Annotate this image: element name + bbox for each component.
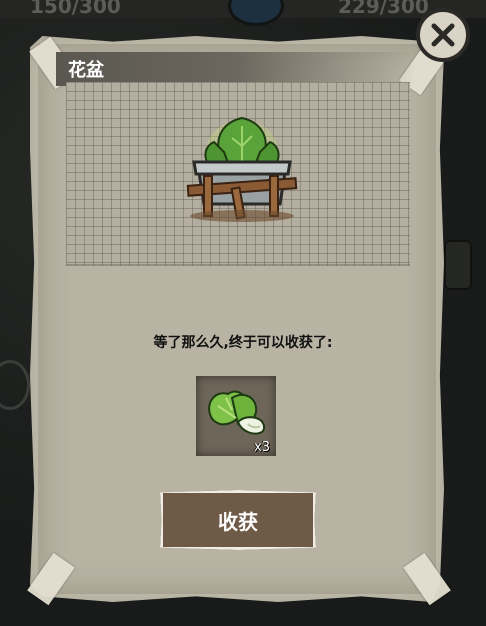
dialog-title: 花盆 — [68, 60, 104, 81]
bok-choy-icon — [208, 390, 265, 435]
harvest-message: 等了那么久,终于可以收获了: — [153, 335, 333, 351]
flowerpot-icon — [186, 116, 298, 222]
close-button[interactable] — [416, 8, 470, 62]
title-bar — [56, 52, 416, 86]
reward-count: x3 — [254, 440, 270, 455]
close-icon — [431, 23, 455, 47]
harvest-button[interactable]: 收获 — [160, 490, 316, 550]
